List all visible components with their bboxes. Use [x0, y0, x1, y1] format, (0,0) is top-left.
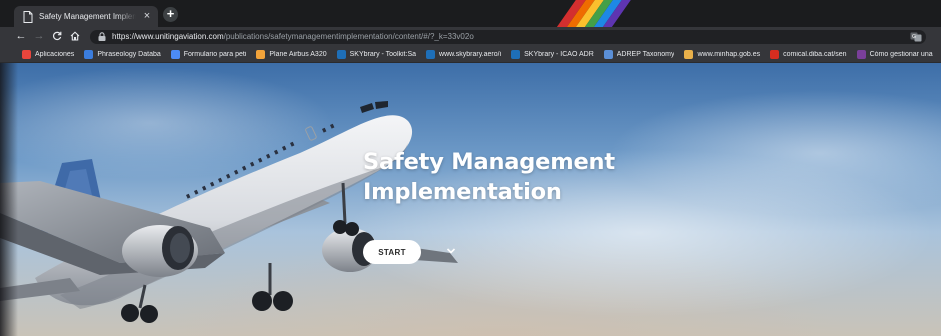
- home-button[interactable]: [66, 27, 84, 46]
- bookmark-item[interactable]: SKYbrary - Toolkit:Sa: [336, 49, 417, 59]
- url-host: https://www.unitingaviation.com: [112, 32, 224, 41]
- bookmark-label: Cómo gestionar una: [869, 50, 933, 58]
- bookmark-item[interactable]: Phraseology Databa: [84, 49, 161, 59]
- bookmark-item[interactable]: www.skybrary.aero/i: [426, 49, 502, 59]
- skybrary-icon: [336, 49, 346, 59]
- bookmark-label: www.skybrary.aero/i: [439, 50, 502, 58]
- reload-button[interactable]: [48, 27, 66, 46]
- document-icon: [23, 10, 33, 23]
- close-tab-icon[interactable]: ×: [142, 11, 152, 22]
- browser-toolbar: ← → https://www.unitingaviation.com/publ…: [0, 27, 941, 46]
- bookmarks-bar: Aplicaciones Phraseology Databa Formulario…: [0, 46, 941, 63]
- translate-icon[interactable]: G: [910, 32, 922, 42]
- address-bar[interactable]: https://www.unitingaviation.com/publicat…: [90, 29, 926, 44]
- bookmark-label: www.minhap.gob.es: [697, 50, 761, 58]
- document-icon: [684, 49, 694, 59]
- bookmark-item[interactable]: SKYbrary - ICAO ADR: [511, 49, 594, 59]
- bookmark-label: Phraseology Databa: [97, 50, 161, 58]
- theme-rainbow-decoration: [551, 0, 635, 27]
- tab-title: Safety Management Implementatio: [39, 12, 136, 21]
- bookmark-item[interactable]: Cómo gestionar una: [856, 49, 933, 59]
- apps-grid-icon: [22, 49, 31, 59]
- flag-icon: [84, 49, 94, 59]
- url-text: https://www.unitingaviation.com/publicat…: [112, 32, 474, 41]
- form-icon: [170, 49, 180, 59]
- tab-strip: Safety Management Implementatio × +: [0, 0, 941, 27]
- bookmark-item[interactable]: Aplicaciones: [22, 49, 75, 59]
- bookmark-label: Aplicaciones: [35, 50, 75, 58]
- bookmark-item[interactable]: ADREP Taxonomy: [603, 49, 675, 59]
- lock-icon: [98, 32, 106, 41]
- url-path: /publications/safetymanagementimplementa…: [223, 32, 474, 41]
- gestionar-icon: [856, 49, 866, 59]
- diba-icon: [770, 49, 780, 59]
- bookmark-label: SKYbrary - ICAO ADR: [524, 50, 594, 58]
- bookmark-label: comical.diba.cat/sen: [783, 50, 847, 58]
- bookmark-item[interactable]: www.minhap.gob.es: [684, 49, 761, 59]
- svg-text:G: G: [912, 34, 916, 40]
- bookmark-item[interactable]: comical.diba.cat/sen: [770, 49, 847, 59]
- bookmark-item[interactable]: Plane Airbus A320: [256, 49, 327, 59]
- skybrary-icon: [426, 49, 436, 59]
- reload-icon: [52, 31, 62, 41]
- start-button[interactable]: START: [363, 240, 421, 264]
- adrep-icon: [603, 49, 613, 59]
- airbus-icon: [256, 49, 266, 59]
- bookmark-label: ADREP Taxonomy: [616, 50, 675, 58]
- tab-active[interactable]: Safety Management Implementatio ×: [14, 6, 158, 27]
- page-title-line-1: Safety Management: [363, 149, 615, 175]
- bookmark-label: SKYbrary - Toolkit:Sa: [349, 50, 417, 58]
- home-icon: [70, 31, 80, 41]
- page-title: Safety Management Implementation: [363, 147, 663, 207]
- bookmark-item[interactable]: Formulario para peti: [170, 49, 247, 59]
- chevron-down-icon[interactable]: [446, 247, 456, 255]
- back-button[interactable]: ←: [12, 27, 30, 46]
- left-edge-shadow: [0, 63, 18, 336]
- skybrary-icon: [511, 49, 521, 59]
- hero-banner: Safety Management Implementation START: [0, 63, 941, 336]
- bookmark-label: Plane Airbus A320: [269, 50, 327, 58]
- forward-button[interactable]: →: [30, 27, 48, 46]
- new-tab-button[interactable]: +: [163, 7, 178, 22]
- page-title-line-2: Implementation: [363, 179, 562, 205]
- bookmark-label: Formulario para peti: [183, 50, 247, 58]
